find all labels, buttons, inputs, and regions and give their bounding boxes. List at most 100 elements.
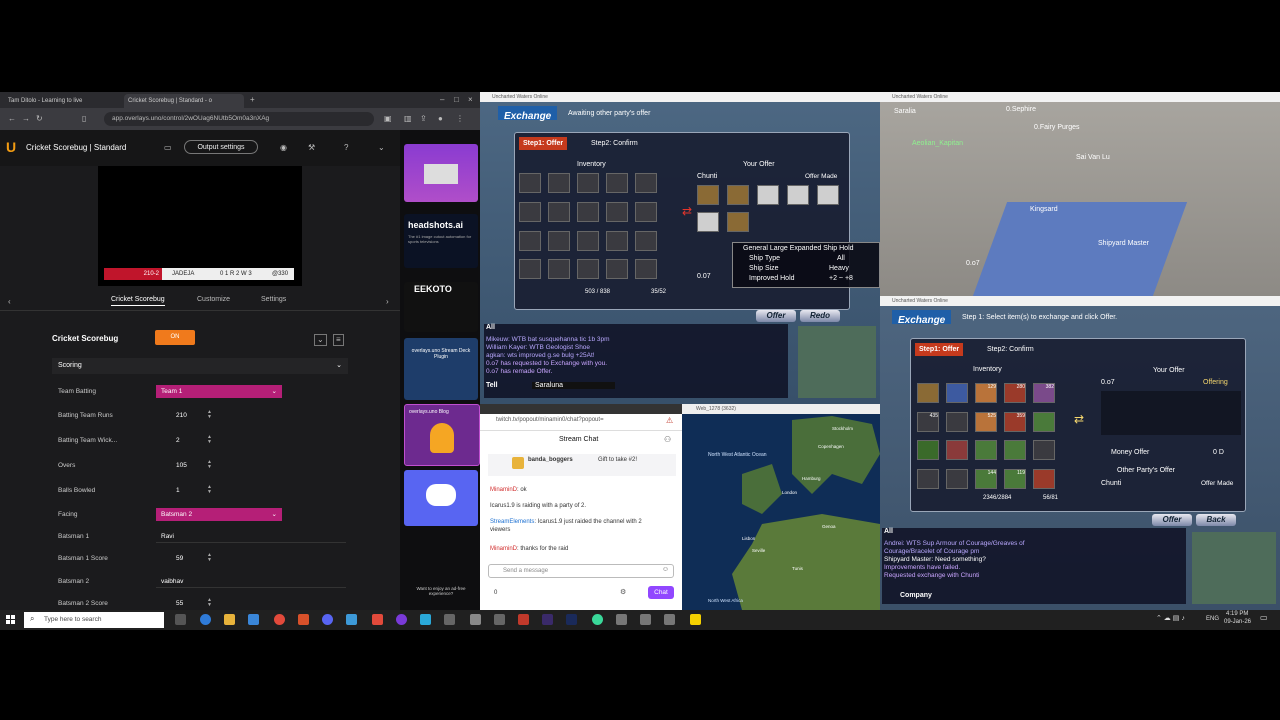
chevron-down-icon[interactable]: ⌄ [378,143,385,153]
balls-input[interactable]: 1 ▲ ▼ [156,484,216,497]
inventory-slot[interactable]: 435 [917,411,939,432]
inventory-slot[interactable] [975,440,997,460]
inventory-slot[interactable] [548,259,570,280]
extension-icon[interactable]: ▣ [384,114,392,124]
inventory-slot[interactable] [1033,440,1055,460]
discord-ad[interactable] [404,470,478,526]
inventory-slot[interactable] [519,259,541,280]
chat-send-button[interactable]: Chat [648,586,674,599]
stepper-icon[interactable]: ▲ ▼ [207,553,212,563]
game-icon[interactable] [664,614,675,625]
task-view-icon[interactable] [175,614,186,625]
reload-icon[interactable]: ↻ [36,114,43,124]
your-offer-grid[interactable] [1101,391,1241,435]
batsman2-score-input[interactable]: 55 ▲ ▼ [156,597,216,610]
inventory-slot[interactable] [606,173,628,193]
stepper-icon[interactable]: ▲ ▼ [207,460,212,470]
team-batting-select[interactable]: Team 1 ⌄ [156,385,282,398]
app-icon[interactable] [494,614,505,625]
inventory-slot[interactable] [577,173,599,193]
tell-target-input[interactable]: Saraluna [532,382,615,389]
offer-slot[interactable] [817,185,839,205]
edge-icon[interactable] [200,614,211,625]
inventory-slot[interactable] [635,230,657,251]
inventory-slot[interactable] [577,230,599,251]
inventory-slot[interactable] [548,173,570,193]
chat-tab-all[interactable]: All [884,528,893,535]
url-input[interactable]: app.overlays.uno/control/2wOUag6NUtb5Om0… [104,112,374,126]
player-name[interactable]: Aeolian_Kapitan [912,140,963,147]
inventory-slot[interactable] [1033,468,1055,489]
tray-icons[interactable]: ⌃ ☁ ▤ ♪ [1156,614,1185,622]
message-input[interactable]: Send a message ☺ [488,564,674,578]
obs-icon[interactable] [396,614,407,625]
stepper-icon[interactable]: ▲ ▼ [207,598,212,608]
game-icon[interactable] [640,614,651,625]
emote-icon[interactable]: ☺ [662,566,669,573]
share-icon[interactable]: ⇪ [420,114,427,124]
sidebar-icon[interactable]: ▥ [404,114,412,124]
offer-slot[interactable] [697,212,719,232]
player-name[interactable]: Kingsard [1030,206,1058,213]
inventory-slot[interactable] [635,201,657,222]
list-icon[interactable]: ≡ [333,334,344,346]
inventory-slot[interactable] [606,230,628,251]
player-name[interactable]: 0.o7 [966,260,980,267]
channel-points[interactable]: 0 [494,589,497,597]
back-icon[interactable]: ← [8,114,16,124]
notification-icon[interactable]: ▭ [1260,613,1268,622]
game-icon[interactable] [616,614,627,625]
app-icon[interactable] [444,614,455,625]
minimap[interactable] [798,326,876,398]
inventory-slot[interactable] [519,230,541,251]
redo-button[interactable]: Redo [800,310,840,322]
offer-slot[interactable] [697,185,719,205]
close-icon[interactable]: × [468,95,473,105]
file-explorer-icon[interactable] [224,614,235,625]
facing-select[interactable]: Batsman 2 ⌄ [156,508,282,521]
back-button[interactable]: Back [1196,514,1236,526]
output-settings-button[interactable]: Output settings [184,140,258,154]
inventory-slot[interactable] [917,440,939,460]
profile-icon[interactable]: ● [438,114,443,124]
batsman2-input[interactable]: vaibhav [156,575,346,588]
wrench-icon[interactable]: ⚒ [308,143,315,153]
browser-tab[interactable]: Tam Ditolo - Learning to live [4,94,122,108]
inventory-slot[interactable] [946,383,968,403]
inventory-slot[interactable] [519,201,541,222]
stepper-icon[interactable]: ▲ ▼ [207,435,212,445]
users-icon[interactable]: ⚇ [664,435,671,444]
map-canvas[interactable] [682,414,880,610]
inventory-slot[interactable] [917,468,939,489]
inventory-slot[interactable] [577,201,599,222]
inventory-slot[interactable] [577,259,599,280]
language-indicator[interactable]: ENG [1206,616,1219,622]
batsman1-score-input[interactable]: 59 ▲ ▼ [156,552,216,565]
stepper-icon[interactable]: ▲ ▼ [207,410,212,420]
blog-ad[interactable]: overlays.uno Blog [404,404,480,466]
inventory-slot[interactable] [606,259,628,280]
runs-input[interactable]: 210 ▲ ▼ [156,409,216,422]
bookmark-icon[interactable]: ▯ [82,114,86,124]
player-name[interactable]: Saralia [894,108,916,115]
offer-slot[interactable] [787,185,809,205]
forward-icon[interactable]: → [22,114,30,124]
windows-start-icon[interactable] [6,615,16,625]
new-tab-icon[interactable]: + [250,95,255,105]
chevron-left-icon[interactable]: ‹ [8,297,11,307]
offer-button[interactable]: Offer [756,310,796,322]
player-name[interactable]: 0.Fairy Purges [1034,124,1080,131]
scoring-accordion[interactable]: Scoring ⌄ [52,358,348,374]
steam-icon[interactable] [420,614,431,625]
inventory-slot[interactable] [946,411,968,432]
inventory-slot[interactable] [635,173,657,193]
tab-cricket-scorebug[interactable]: Cricket Scorebug [111,296,165,306]
app-icon[interactable] [518,614,529,625]
inventory-slot[interactable] [519,173,541,193]
npc-name[interactable]: Shipyard Master [1098,240,1149,247]
chat-url[interactable]: twitch.tv/popout/minamin0/chat?popout= [496,417,604,423]
app-icon[interactable] [372,614,383,625]
inventory-slot[interactable]: 119 [1004,468,1026,489]
tab-customize[interactable]: Customize [197,296,230,303]
tell-label[interactable]: Tell [486,382,498,389]
